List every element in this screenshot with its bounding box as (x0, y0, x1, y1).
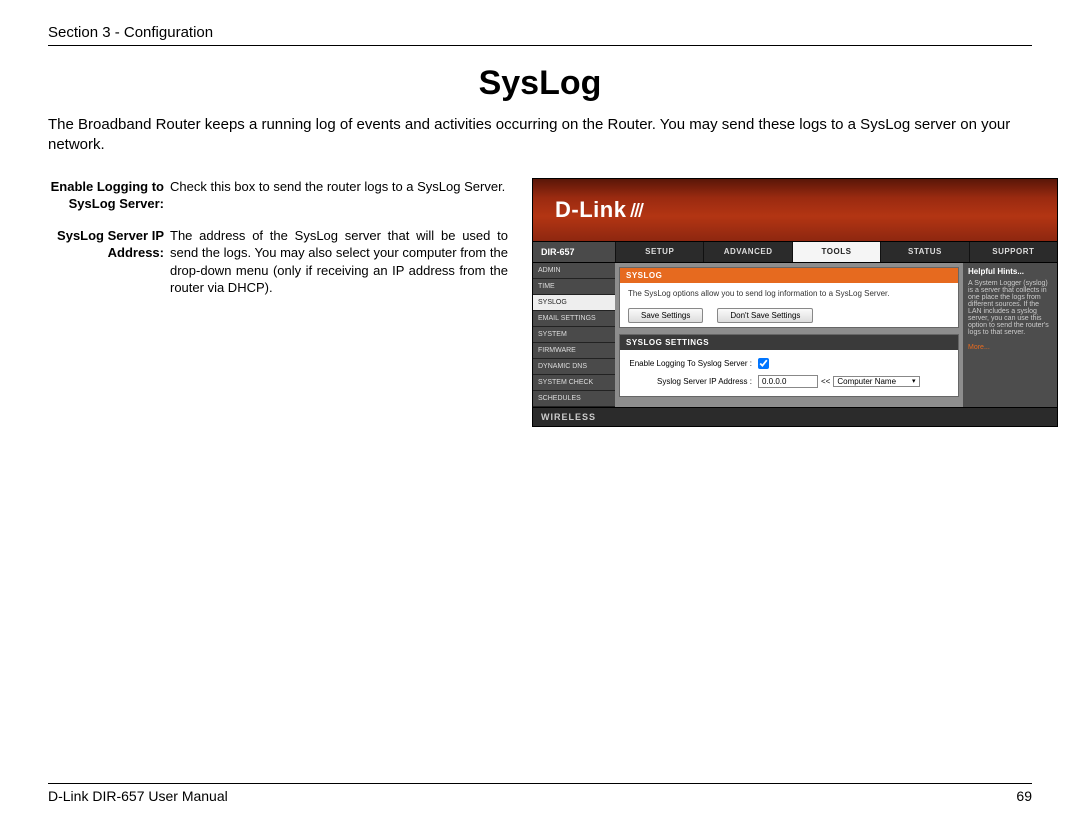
screenshot-body: ADMIN TIME SYSLOG EMAIL SETTINGS SYSTEM … (533, 263, 1057, 407)
tab-advanced[interactable]: ADVANCED (703, 242, 791, 262)
hints-more-link[interactable]: More... (968, 344, 990, 351)
definition-description: The address of the SysLog server that wi… (170, 227, 508, 297)
definition-description: Check this box to send the router logs t… (170, 178, 508, 213)
hints-header: Helpful Hints... (968, 267, 1052, 276)
footer-page-number: 69 (1016, 788, 1032, 804)
syslog-panel: SYSLOG The SysLog options allow you to s… (619, 267, 959, 328)
definitions-list: Enable Logging to SysLog Server: Check t… (48, 178, 508, 427)
screenshot-sidebar: ADMIN TIME SYSLOG EMAIL SETTINGS SYSTEM … (533, 263, 615, 407)
page-footer: D-Link DIR-657 User Manual 69 (48, 783, 1032, 804)
computer-select-value: Computer Name (837, 377, 896, 386)
content-row: Enable Logging to SysLog Server: Check t… (48, 178, 1032, 427)
model-label: DIR-657 (533, 242, 615, 262)
sidebar-item-email[interactable]: EMAIL SETTINGS (533, 311, 615, 327)
ip-address-label: Syslog Server IP Address : (628, 377, 758, 386)
screenshot-main: SYSLOG The SysLog options allow you to s… (615, 263, 963, 407)
enable-logging-row: Enable Logging To Syslog Server : (620, 350, 958, 372)
ip-address-input[interactable]: 0.0.0.0 (758, 375, 818, 388)
definition-term: Enable Logging to SysLog Server: (48, 178, 170, 213)
logo-stripes-icon (632, 203, 642, 217)
chevron-down-icon: ▾ (912, 377, 916, 385)
settings-header: SYSLOG SETTINGS (620, 335, 958, 350)
tab-status[interactable]: STATUS (880, 242, 968, 262)
sidebar-item-time[interactable]: TIME (533, 279, 615, 295)
sidebar-item-syscheck[interactable]: SYSTEM CHECK (533, 375, 615, 391)
sidebar-item-syslog[interactable]: SYSLOG (533, 295, 615, 311)
page-title: SysLog (48, 64, 1032, 103)
sidebar-item-ddns[interactable]: DYNAMIC DNS (533, 359, 615, 375)
footer-manual: D-Link DIR-657 User Manual (48, 788, 228, 804)
sidebar-item-schedules[interactable]: SCHEDULES (533, 391, 615, 407)
tab-tools[interactable]: TOOLS (792, 242, 880, 262)
helpful-hints: Helpful Hints... A System Logger (syslog… (963, 263, 1057, 407)
screenshot-nav: DIR-657 SETUP ADVANCED TOOLS STATUS SUPP… (533, 241, 1057, 263)
computer-select[interactable]: Computer Name ▾ (833, 376, 919, 387)
ip-address-row: Syslog Server IP Address : 0.0.0.0 << Co… (620, 372, 958, 396)
hints-body: A System Logger (syslog) is a server tha… (968, 280, 1052, 336)
tab-support[interactable]: SUPPORT (969, 242, 1057, 262)
sidebar-item-firmware[interactable]: FIRMWARE (533, 343, 615, 359)
definition-row: Enable Logging to SysLog Server: Check t… (48, 178, 508, 213)
enable-logging-checkbox[interactable] (758, 358, 769, 369)
definition-row: SysLog Server IP Address: The address of… (48, 227, 508, 297)
tab-setup[interactable]: SETUP (615, 242, 703, 262)
router-screenshot: D-Link DIR-657 SETUP ADVANCED TOOLS STAT… (532, 178, 1058, 427)
screenshot-brand-bar: D-Link (533, 179, 1057, 241)
panel-header: SYSLOG (620, 268, 958, 283)
dont-save-settings-button[interactable]: Don't Save Settings (717, 308, 813, 323)
panel-description: The SysLog options allow you to send log… (620, 283, 958, 304)
sidebar-item-admin[interactable]: ADMIN (533, 263, 615, 279)
definition-term: SysLog Server IP Address: (48, 227, 170, 297)
syslog-settings-panel: SYSLOG SETTINGS Enable Logging To Syslog… (619, 334, 959, 397)
intro-paragraph: The Broadband Router keeps a running log… (48, 115, 1032, 156)
arrows-icon: << (821, 377, 830, 386)
screenshot-footer: WIRELESS (533, 407, 1057, 426)
dlink-logo: D-Link (555, 197, 626, 223)
sidebar-item-system[interactable]: SYSTEM (533, 327, 615, 343)
section-header: Section 3 - Configuration (48, 24, 1032, 46)
button-row: Save Settings Don't Save Settings (620, 304, 958, 327)
enable-logging-label: Enable Logging To Syslog Server : (628, 359, 758, 368)
save-settings-button[interactable]: Save Settings (628, 308, 703, 323)
